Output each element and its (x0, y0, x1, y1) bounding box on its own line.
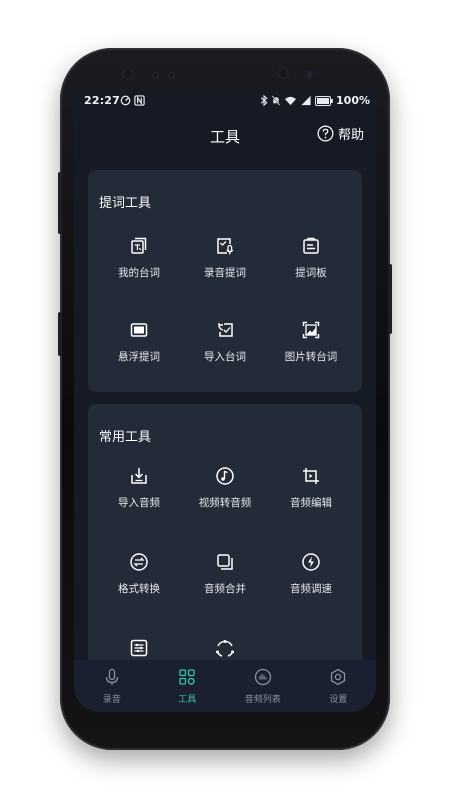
help-label: 帮助 (337, 128, 364, 143)
common-tools-card: 常用工具 导入音频 视频转音频 音频编辑 格式转换 音频合并 音频调速 (88, 404, 362, 684)
wifi-icon (285, 96, 297, 106)
sensor-1 (152, 72, 159, 79)
float-prompt-icon (130, 323, 148, 337)
bottom-tab-bar: 录音 工具 音频列表 设置 (74, 660, 376, 712)
tab-settings[interactable]: 设置 (301, 660, 376, 705)
section-title: 提词工具 (99, 196, 152, 211)
sensor-2 (168, 72, 175, 79)
gear-icon (331, 668, 346, 686)
header: 工具 帮助 (74, 112, 376, 160)
tool-label: 导入台词 (204, 351, 246, 363)
help-button[interactable]: 帮助 (317, 124, 364, 143)
prompt-board-icon (303, 237, 319, 254)
tab-label: 工具 (178, 695, 197, 705)
tool-label: 我的台词 (118, 267, 160, 279)
status-right-icons: 100% (260, 94, 370, 107)
tool-video-to-audio[interactable]: 视频转音频 (177, 466, 273, 526)
prompter-tools-card: 提词工具 我的台词 录音提词 提词板 悬浮提词 导入台词 图片转台词 (88, 170, 362, 392)
import-script-icon (218, 323, 233, 337)
tool-speed[interactable]: 音频调速 (263, 552, 359, 612)
tool-label: 录音提词 (204, 267, 246, 279)
format-convert-icon (130, 553, 148, 571)
loop-icon (216, 640, 234, 657)
tool-import-audio[interactable]: 导入音频 (91, 466, 187, 526)
tools-grid-icon (179, 669, 195, 685)
tool-label: 音频合并 (204, 583, 246, 595)
data-speed-icon (120, 95, 131, 106)
tool-image-to-text[interactable]: 图片转台词 (263, 320, 359, 380)
iris-camera (277, 67, 289, 79)
tab-record[interactable]: 录音 (74, 660, 149, 705)
power-key (388, 264, 392, 334)
bixby-key (58, 312, 62, 356)
section-title: 常用工具 (99, 430, 152, 445)
tab-tools[interactable]: 工具 (150, 660, 225, 705)
tab-label: 录音 (102, 695, 121, 705)
equalizer-icon (130, 639, 148, 657)
tool-label: 提词板 (295, 267, 327, 279)
tool-label: 悬浮提词 (118, 351, 160, 363)
script-icon (131, 237, 147, 254)
tab-label: 设置 (329, 695, 348, 705)
silent-icon (271, 95, 281, 106)
image-to-text-icon (302, 321, 320, 339)
tool-audio-edit[interactable]: 音频编辑 (263, 466, 359, 526)
audio-list-icon (254, 668, 271, 686)
battery-percent: 100% (336, 94, 370, 107)
tool-label: 图片转台词 (284, 351, 338, 363)
app-screen: 22:27 100% 工具 帮助 提词工具 我的台词 录音提词 提词板 悬浮提词… (74, 90, 376, 712)
tool-label: 音频编辑 (290, 497, 332, 509)
status-left-icons (120, 95, 145, 106)
import-audio-icon (131, 468, 147, 484)
iris-led (306, 71, 313, 78)
microphone-icon (105, 668, 118, 685)
tab-label: 音频列表 (244, 695, 281, 705)
tool-label: 视频转音频 (198, 497, 252, 509)
volume-key (58, 172, 62, 234)
tool-record-prompt[interactable]: 录音提词 (177, 236, 273, 296)
record-prompt-icon (217, 238, 234, 255)
question-icon (317, 125, 334, 142)
tool-prompt-board[interactable]: 提词板 (263, 236, 359, 296)
merge-audio-icon (217, 554, 233, 570)
tool-label: 导入音频 (118, 497, 160, 509)
tool-format-convert[interactable]: 格式转换 (91, 552, 187, 612)
tool-label: 音频调速 (290, 583, 332, 595)
bluetooth-icon (260, 95, 268, 106)
tool-float-prompt[interactable]: 悬浮提词 (91, 320, 187, 380)
tab-audio-list[interactable]: 音频列表 (225, 660, 300, 705)
crop-audio-icon (303, 468, 319, 484)
battery-icon (315, 95, 333, 106)
video-to-audio-icon (216, 467, 234, 485)
status-bar: 22:27 100% (74, 90, 376, 112)
signal-icon (301, 95, 311, 106)
speed-icon (302, 553, 320, 571)
tool-my-script[interactable]: 我的台词 (91, 236, 187, 296)
nfc-icon (134, 95, 145, 106)
status-time: 22:27 (84, 94, 121, 107)
front-camera (122, 68, 134, 80)
tool-import-script[interactable]: 导入台词 (177, 320, 273, 380)
tool-merge-audio[interactable]: 音频合并 (177, 552, 273, 612)
tool-label: 格式转换 (118, 583, 160, 595)
